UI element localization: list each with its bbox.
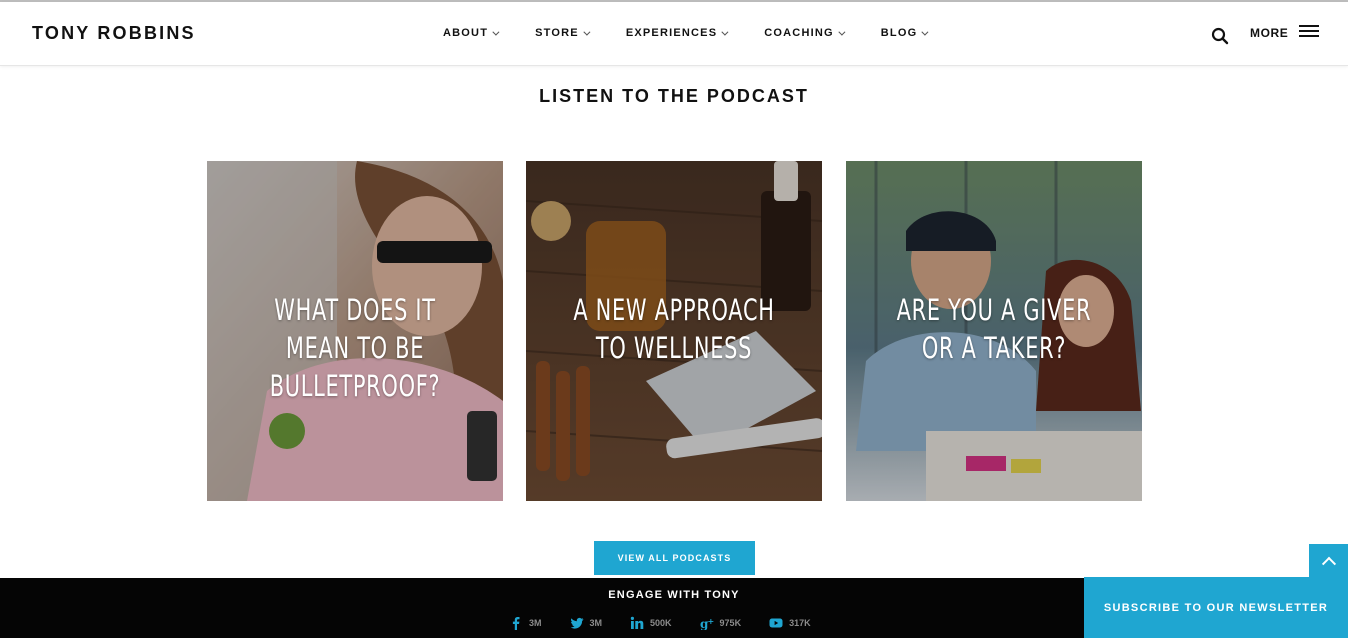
youtube-icon (769, 618, 783, 628)
more-label: MORE (1250, 25, 1289, 40)
more-menu-button[interactable]: MORE (1250, 25, 1320, 40)
social-count: 3M (529, 618, 542, 628)
back-to-top-button[interactable] (1309, 544, 1348, 577)
podcast-card-giver-taker[interactable]: ARE YOU A GIVER OR A TAKER? (846, 161, 1142, 501)
social-count: 500K (650, 618, 672, 628)
social-count: 317K (789, 618, 811, 628)
chevron-down-icon (921, 28, 929, 36)
hamburger-icon (1299, 25, 1320, 40)
search-icon[interactable] (1211, 27, 1229, 45)
linkedin-icon (630, 616, 644, 629)
section-title: LISTEN TO THE PODCAST (539, 86, 809, 106)
nav-label: BLOG (880, 27, 918, 39)
nav-label: STORE (535, 27, 579, 39)
nav-label: ABOUT (443, 27, 489, 39)
main-nav: ABOUT STORE EXPERIENCES COACHING BLOG (443, 27, 929, 39)
subscribe-newsletter-button[interactable]: SUBSCRIBE TO OUR NEWSLETTER (1084, 577, 1348, 638)
social-link-linkedin[interactable]: 500K (630, 616, 672, 630)
chevron-down-icon (583, 28, 591, 36)
facebook-icon (512, 617, 520, 630)
twitter-icon (570, 617, 584, 629)
nav-label: COACHING (764, 27, 834, 39)
card-title: A NEW APPROACH TO WELLNESS (573, 293, 775, 365)
social-count: 975K (719, 618, 742, 628)
social-count: 3M (589, 618, 603, 628)
nav-item-store[interactable]: STORE (535, 27, 591, 39)
nav-item-coaching[interactable]: COACHING (764, 27, 846, 39)
nav-item-blog[interactable]: BLOG (880, 27, 929, 39)
podcast-card-wellness[interactable]: A NEW APPROACH TO WELLNESS (526, 161, 822, 501)
podcast-card-bulletproof[interactable]: WHAT DOES IT MEAN TO BE BULLETPROOF? (207, 161, 503, 501)
chevron-down-icon (492, 28, 500, 36)
view-all-podcasts-button[interactable]: VIEW ALL PODCASTS (594, 541, 755, 575)
chevron-down-icon (838, 28, 846, 36)
chevron-down-icon (721, 28, 729, 36)
nav-item-experiences[interactable]: EXPERIENCES (625, 27, 729, 39)
social-link-google-plus[interactable]: g + 975K (700, 616, 742, 630)
social-link-youtube[interactable]: 317K (769, 616, 811, 630)
nav-label: EXPERIENCES (625, 27, 718, 39)
google-plus-icon: g + (700, 617, 714, 630)
site-logo[interactable]: TONY ROBBINS (32, 23, 196, 44)
chevron-up-icon (1321, 556, 1336, 571)
card-title: WHAT DOES IT MEAN TO BE BULLETPROOF? (269, 293, 441, 403)
svg-text:+: + (707, 617, 714, 626)
nav-item-about[interactable]: ABOUT (443, 27, 500, 39)
card-title: ARE YOU A GIVER OR A TAKER? (896, 293, 1092, 365)
social-link-facebook[interactable]: 3M (509, 616, 542, 630)
social-links: 3M 3M 500K g + 975K 317K (509, 616, 839, 630)
social-link-twitter[interactable]: 3M (570, 616, 603, 630)
site-header: TONY ROBBINS ABOUT STORE EXPERIENCES COA… (0, 2, 1348, 66)
